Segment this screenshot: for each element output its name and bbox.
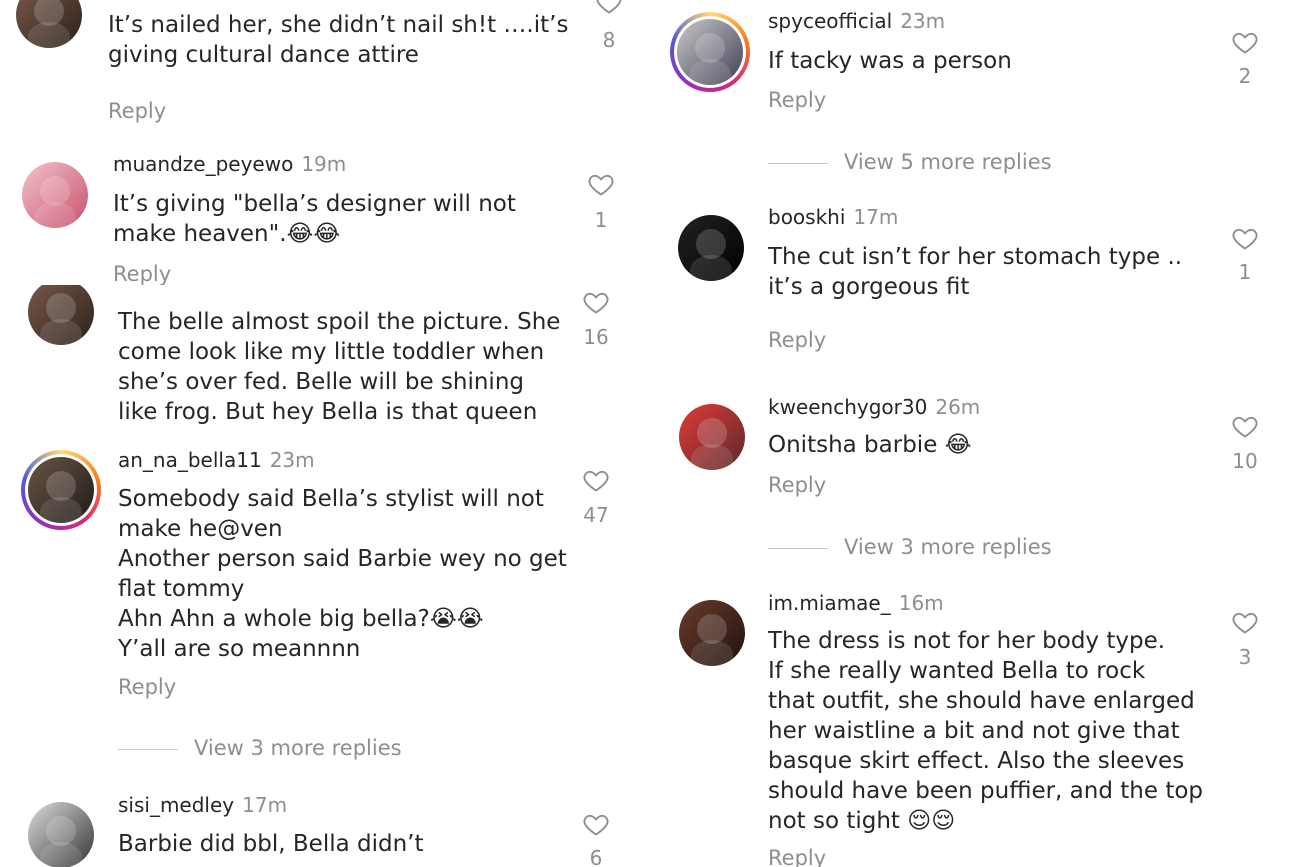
comment-username[interactable]: kweenchygor30 26m bbox=[768, 395, 980, 419]
like-count: 47 bbox=[583, 503, 609, 527]
reply-button[interactable]: Reply bbox=[108, 99, 166, 123]
comment-text: Onitsha barbie 😂 bbox=[768, 432, 972, 458]
comment-time: 23m bbox=[269, 448, 315, 472]
avatar bbox=[677, 19, 743, 85]
comment-text: It’s giving "bella’s designer will not m… bbox=[113, 191, 516, 247]
heart-outline-icon[interactable] bbox=[1230, 28, 1260, 56]
story-ring[interactable] bbox=[21, 450, 101, 530]
like-count: 3 bbox=[1238, 645, 1252, 669]
comment-time: 23m bbox=[900, 9, 946, 33]
view-more-replies[interactable]: View 3 more replies bbox=[118, 736, 402, 760]
heart-outline-icon[interactable] bbox=[581, 288, 611, 316]
comment-text: The cut isn’t for her stomach type .. it… bbox=[768, 244, 1183, 300]
reply-button[interactable]: Reply bbox=[768, 88, 826, 112]
comment-time: 26m bbox=[935, 395, 981, 419]
heart-outline-icon[interactable] bbox=[586, 170, 616, 198]
divider bbox=[768, 547, 828, 549]
like-count: 1 bbox=[1238, 260, 1252, 284]
avatar[interactable] bbox=[679, 404, 745, 470]
reply-button[interactable]: Reply bbox=[113, 262, 171, 286]
comment-username[interactable]: spyceofficial 23m bbox=[768, 9, 945, 33]
avatar[interactable] bbox=[28, 285, 94, 345]
comment-time: 17m bbox=[242, 793, 288, 817]
heart-outline-icon[interactable] bbox=[581, 466, 611, 494]
avatar bbox=[28, 457, 94, 523]
comment-text: If tacky was a person bbox=[768, 48, 1012, 74]
avatar[interactable] bbox=[28, 802, 94, 867]
reply-button[interactable]: Reply bbox=[768, 473, 826, 497]
heart-outline-icon[interactable] bbox=[1230, 412, 1260, 440]
avatar[interactable] bbox=[22, 162, 88, 228]
comment-time: 17m bbox=[853, 205, 899, 229]
reply-button[interactable]: Reply bbox=[768, 328, 826, 352]
reply-button[interactable]: Reply bbox=[118, 675, 176, 699]
heart-outline-icon[interactable] bbox=[581, 810, 611, 838]
heart-outline-icon[interactable] bbox=[594, 0, 624, 16]
comment-time: 16m bbox=[898, 591, 944, 615]
divider bbox=[768, 162, 828, 164]
left-comment-column: It’s nailed her, she didn’t nail sh!t ….… bbox=[0, 0, 650, 867]
like-count: 6 bbox=[589, 846, 603, 867]
like-count: 10 bbox=[1232, 449, 1258, 473]
comment-text: It’s nailed her, she didn’t nail sh!t ….… bbox=[108, 12, 569, 68]
view-more-replies[interactable]: View 3 more replies bbox=[768, 535, 1052, 559]
comment-clipped: The belle almost spoil the picture. She … bbox=[0, 285, 650, 433]
story-ring[interactable] bbox=[670, 12, 750, 92]
avatar[interactable] bbox=[679, 600, 745, 666]
comment-text: The belle almost spoil the picture. She … bbox=[118, 309, 561, 425]
like-count: 8 bbox=[602, 28, 616, 52]
comment-text: The dress is not for her body type. If s… bbox=[768, 628, 1204, 834]
divider bbox=[118, 748, 178, 750]
avatar[interactable] bbox=[16, 0, 82, 48]
comment-username[interactable]: an_na_bella11 23m bbox=[118, 448, 315, 472]
comment-text: Somebody said Bella’s stylist will not m… bbox=[118, 486, 567, 662]
avatar[interactable] bbox=[678, 215, 744, 281]
heart-outline-icon[interactable] bbox=[1230, 608, 1260, 636]
heart-outline-icon[interactable] bbox=[1230, 224, 1260, 252]
like-count: 2 bbox=[1238, 64, 1252, 88]
like-count: 16 bbox=[583, 325, 609, 349]
comment-text: Barbie did bbl, Bella didn’t bbox=[118, 831, 424, 857]
comment-username[interactable]: muandze_peyewo 19m bbox=[113, 152, 346, 176]
comment-time: 19m bbox=[301, 152, 347, 176]
view-more-replies[interactable]: View 5 more replies bbox=[768, 150, 1052, 174]
like-count: 1 bbox=[594, 208, 608, 232]
comment-username[interactable]: sisi_medley 17m bbox=[118, 793, 287, 817]
reply-button[interactable]: Reply bbox=[768, 846, 826, 867]
comment-username[interactable]: im.miamae_ 16m bbox=[768, 591, 944, 615]
right-comment-column: spyceofficial 23m If tacky was a person 2… bbox=[650, 0, 1300, 867]
comment-username[interactable]: booskhi 17m bbox=[768, 205, 898, 229]
